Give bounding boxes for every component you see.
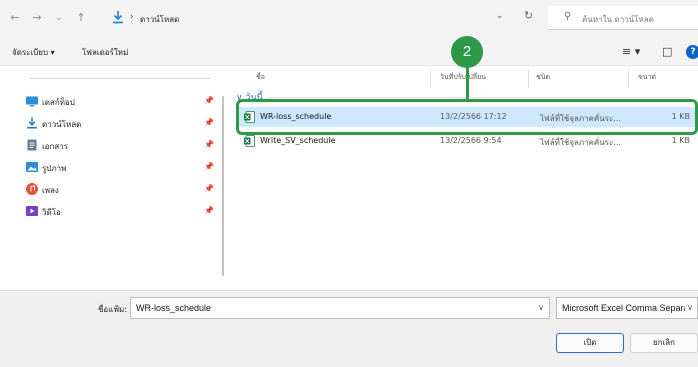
search-box[interactable]: ⚲ ค้นหาใน ดาวน์โหลด [548, 6, 698, 30]
sidebar-item-videos[interactable]: วิดีโอ 📌 [26, 202, 216, 222]
column-divider[interactable] [528, 70, 529, 88]
sidebar-item-music[interactable]: เพลง 📌 [26, 180, 216, 200]
column-header-date[interactable]: วันที่ปรับเปลี่ยน [440, 72, 486, 83]
breadcrumb-separator: › [130, 12, 134, 22]
group-divider [268, 97, 688, 98]
pin-icon[interactable]: 📌 [204, 96, 214, 105]
address-history-chevron-icon[interactable]: ⌄ [496, 11, 504, 21]
pin-icon[interactable]: 📌 [204, 184, 214, 193]
column-divider[interactable] [628, 70, 629, 88]
pin-icon[interactable]: 📌 [204, 118, 214, 127]
command-toolbar: จัดระเบียบ ▾ โฟลเดอร์ใหม่ ≡ ▾ □ ? [0, 36, 698, 66]
help-icon[interactable]: ? [686, 45, 698, 59]
document-icon [27, 139, 37, 151]
search-icon: ⚲ [564, 11, 572, 22]
video-icon [26, 206, 38, 216]
filetype-select[interactable]: Microsoft Excel Comma Separa ∨ [556, 297, 698, 319]
filename-input[interactable]: WR-loss_schedule ∨ [130, 297, 550, 319]
file-name: Write_SV_schedule [260, 136, 336, 145]
back-icon[interactable]: ← [8, 11, 22, 25]
sidebar-item-desktop[interactable]: เดสก์ท็อป 📌 [26, 92, 216, 112]
filename-value: WR-loss_schedule [136, 303, 212, 313]
breadcrumb-folder[interactable]: ดาวน์โหลด [140, 13, 179, 26]
column-header-name[interactable]: ชื่อ [256, 72, 265, 83]
sidebar-divider [30, 78, 210, 79]
filetype-value: Microsoft Excel Comma Separa [562, 303, 689, 313]
address-path[interactable]: › ดาวน์โหลด [104, 7, 524, 29]
sidebar-item-documents[interactable]: เอกสาร 📌 [26, 136, 216, 156]
organize-button[interactable]: จัดระเบียบ ▾ [12, 46, 55, 59]
preview-pane-icon[interactable]: □ [662, 45, 672, 58]
chevron-down-icon[interactable]: ∨ [685, 303, 693, 312]
file-date: 13/2/2566 9:54 [440, 136, 502, 145]
column-header-size[interactable]: ขนาด [638, 72, 656, 83]
sidebar-scrollbar[interactable] [222, 96, 224, 276]
pin-icon[interactable]: 📌 [204, 162, 214, 171]
navigation-pane: เดสก์ท็อป 📌 ดาวน์โหลด 📌 เอกสาร 📌 รูปภาพ … [0, 66, 230, 290]
search-input-placeholder[interactable]: ค้นหาใน ดาวน์โหลด [582, 13, 654, 26]
sidebar-item-label: วิดีโอ [42, 208, 61, 217]
pin-icon[interactable]: 📌 [204, 206, 214, 215]
address-bar-area: ← → ⌄ ↑ › ดาวน์โหลด ⌄ ↻ ⚲ ค้นหาใน ดาวน์โ… [0, 0, 698, 36]
column-divider[interactable] [430, 70, 431, 88]
dialog-footer: ชื่อแฟ้ม: WR-loss_schedule ∨ Microsoft E… [0, 290, 698, 367]
step-callout-badge: 2 [451, 36, 483, 68]
refresh-icon[interactable]: ↻ [524, 9, 533, 22]
sidebar-item-downloads[interactable]: ดาวน์โหลด 📌 [26, 114, 216, 134]
sidebar-item-label: เพลง [42, 186, 59, 195]
sidebar-item-label: เดสก์ท็อป [42, 98, 75, 107]
pin-icon[interactable]: 📌 [204, 140, 214, 149]
sidebar-item-label: รูปภาพ [42, 164, 67, 173]
download-icon [113, 11, 123, 24]
excel-csv-file-icon [244, 135, 255, 147]
download-icon [27, 117, 37, 129]
new-folder-button[interactable]: โฟลเดอร์ใหม่ [82, 46, 128, 59]
chevron-down-icon[interactable]: ∨ [538, 303, 544, 312]
forward-icon[interactable]: → [30, 11, 44, 25]
filename-label: ชื่อแฟ้ม: [98, 305, 128, 314]
open-button[interactable]: เปิด [556, 333, 624, 353]
pictures-icon [26, 162, 38, 172]
file-type: ไฟล์ที่ใช้จุลภาคคั่นระ... [540, 138, 621, 147]
arrow-up-icon[interactable]: ↑ [74, 11, 88, 25]
music-icon [26, 183, 38, 195]
sidebar-item-pictures[interactable]: รูปภาพ 📌 [26, 158, 216, 178]
file-size: 1 KB [671, 136, 690, 145]
sidebar-item-label: เอกสาร [42, 142, 69, 151]
view-menu-icon[interactable]: ≡ ▾ [622, 45, 640, 58]
sidebar-item-label: ดาวน์โหลด [42, 120, 82, 129]
column-header-type[interactable]: ชนิด [536, 72, 550, 83]
chevron-down-icon[interactable]: ⌄ [52, 11, 66, 25]
selection-highlight-frame [236, 99, 698, 135]
desktop-icon [26, 96, 38, 107]
cancel-button[interactable]: ยกเลิก [630, 333, 698, 353]
